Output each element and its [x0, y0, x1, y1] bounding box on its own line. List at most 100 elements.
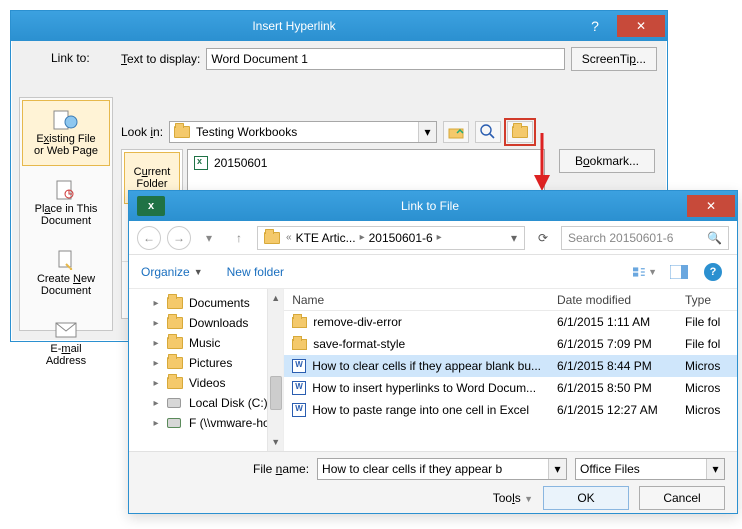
expand-icon: ▸	[151, 418, 161, 429]
view-options-button[interactable]: ▼	[633, 262, 657, 282]
look-in-combo[interactable]: Testing Workbooks ▾	[169, 121, 437, 143]
close-icon	[706, 199, 716, 213]
expand-icon: ▸	[151, 378, 161, 389]
views-icon	[633, 265, 646, 279]
list-item[interactable]: save-format-style 6/1/2015 7:09 PM File …	[284, 333, 737, 355]
list-item[interactable]: 20150601	[194, 154, 538, 172]
tree-item[interactable]: ▸Local Disk (C:)	[137, 393, 279, 413]
file-name: 20150601	[214, 156, 267, 170]
dialog-titlebar[interactable]: Insert Hyperlink	[11, 11, 667, 41]
folder-icon	[174, 126, 190, 138]
column-name[interactable]: Name	[284, 289, 549, 310]
search-input[interactable]: Search 20150601-6 🔍	[561, 226, 729, 250]
look-in-value: Testing Workbooks	[196, 125, 297, 139]
link-to-place-in-doc[interactable]: Place in ThisDocument	[20, 168, 112, 238]
arrow-right-icon: →	[173, 231, 185, 245]
list-header[interactable]: Name Date modified Type	[284, 289, 737, 311]
column-type[interactable]: Type	[677, 289, 737, 310]
up-button[interactable]: ↑	[227, 226, 251, 250]
close-button[interactable]	[687, 195, 735, 217]
breadcrumb-segment[interactable]: 20150601-6 ▸	[369, 231, 442, 245]
link-to-item-label: Create NewDocument	[37, 273, 95, 297]
file-list[interactable]: Name Date modified Type remove-div-error…	[284, 289, 737, 451]
cancel-button[interactable]: Cancel	[639, 486, 725, 510]
close-button[interactable]	[617, 15, 665, 37]
list-item[interactable]: How to clear cells if they appear blank …	[284, 355, 737, 377]
screentip-button[interactable]: ScreenTip...	[571, 47, 657, 71]
preview-pane-icon	[670, 265, 688, 279]
chevron-down-icon[interactable]: ▾	[506, 229, 522, 247]
browse-file-button[interactable]	[507, 121, 533, 143]
chevron-down-icon: ▼	[648, 267, 657, 277]
recent-locations-button[interactable]: ▾	[197, 226, 221, 250]
link-to-existing-file[interactable]: Existing Fileor Web Page	[22, 100, 110, 166]
folder-icon	[292, 339, 307, 350]
search-placeholder: Search 20150601-6	[568, 231, 673, 245]
column-date[interactable]: Date modified	[549, 289, 677, 310]
link-to-item-label: Place in ThisDocument	[35, 203, 98, 227]
explorer-toolbar: Organize ▼ New folder ▼ ?	[129, 255, 737, 289]
word-doc-icon	[292, 359, 306, 373]
tools-menu[interactable]: Tools ▼	[493, 491, 533, 505]
expand-icon: ▸	[151, 298, 161, 309]
network-drive-icon	[167, 418, 181, 428]
help-button[interactable]	[573, 15, 617, 37]
close-icon	[636, 19, 646, 33]
tree-item[interactable]: ▸Downloads	[137, 313, 279, 333]
organize-menu[interactable]: Organize ▼	[141, 265, 203, 279]
text-to-display-input[interactable]	[206, 48, 564, 70]
dialog-footer: File name: How to clear cells if they ap…	[129, 451, 737, 513]
bookmark-button[interactable]: Bookmark...	[559, 149, 655, 173]
dialog-titlebar[interactable]: x Link to File	[129, 191, 737, 221]
forward-button[interactable]: →	[167, 226, 191, 250]
list-item[interactable]: How to insert hyperlinks to Word Docum..…	[284, 377, 737, 399]
browse-web-button[interactable]	[475, 121, 501, 143]
chevron-down-icon: ▾	[706, 459, 724, 479]
up-one-level-button[interactable]	[443, 121, 469, 143]
breadcrumb[interactable]: « KTE Artic... ▸ 20150601-6 ▸ ▾	[257, 226, 525, 250]
tree-item[interactable]: ▸Pictures	[137, 353, 279, 373]
expand-icon: ▸	[151, 338, 161, 349]
folder-icon	[167, 377, 183, 389]
folder-tree[interactable]: ▸Documents ▸Downloads ▸Music ▸Pictures ▸…	[129, 289, 284, 451]
tree-item[interactable]: ▸F (\\vmware-hos	[137, 413, 279, 433]
scroll-thumb[interactable]	[270, 376, 282, 410]
excel-app-icon: x	[137, 196, 165, 216]
help-button[interactable]: ?	[701, 262, 725, 282]
tree-item[interactable]: ▸Videos	[137, 373, 279, 393]
back-button[interactable]: ←	[137, 226, 161, 250]
folder-icon	[167, 317, 183, 329]
tree-item[interactable]: ▸Music	[137, 333, 279, 353]
list-item[interactable]: remove-div-error 6/1/2015 1:11 AM File f…	[284, 311, 737, 333]
magnifier-globe-icon	[480, 124, 496, 140]
ok-button[interactable]: OK	[543, 486, 629, 510]
new-folder-button[interactable]: New folder	[227, 265, 284, 279]
folder-up-icon	[448, 125, 464, 139]
word-doc-icon	[292, 403, 306, 417]
refresh-button[interactable]: ⟳	[531, 226, 555, 250]
arrow-left-icon: ←	[143, 231, 155, 245]
chevron-down-icon: ▼	[194, 267, 203, 277]
place-in-doc-icon	[52, 179, 80, 201]
tree-scrollbar[interactable]: ▲ ▼	[267, 289, 283, 451]
chevron-left-icon: «	[286, 232, 292, 243]
explorer-navbar: ← → ▾ ↑ « KTE Artic... ▸ 20150601-6 ▸ ▾ …	[129, 221, 737, 255]
folder-icon	[264, 232, 280, 244]
link-to-create-new[interactable]: Create NewDocument	[20, 238, 112, 308]
preview-pane-button[interactable]	[667, 262, 691, 282]
text-to-display-label: Text to display:	[121, 52, 200, 66]
link-to-email[interactable]: E-mailAddress	[20, 308, 112, 378]
chevron-right-icon: ▸	[360, 232, 365, 243]
file-type-filter[interactable]: Office Files ▾	[575, 458, 725, 480]
tree-item[interactable]: ▸Documents	[137, 293, 279, 313]
folder-open-icon	[512, 126, 528, 138]
dialog-title: Link to File	[173, 199, 687, 213]
arrow-up-icon: ↑	[236, 231, 242, 245]
file-name-combo[interactable]: How to clear cells if they appear b ▾	[317, 458, 567, 480]
breadcrumb-segment[interactable]: KTE Artic... ▸	[296, 231, 365, 245]
help-icon: ?	[704, 263, 722, 281]
folder-icon	[292, 317, 307, 328]
email-icon	[52, 319, 80, 341]
list-item[interactable]: How to paste range into one cell in Exce…	[284, 399, 737, 421]
chevron-down-icon: ▾	[418, 122, 436, 142]
